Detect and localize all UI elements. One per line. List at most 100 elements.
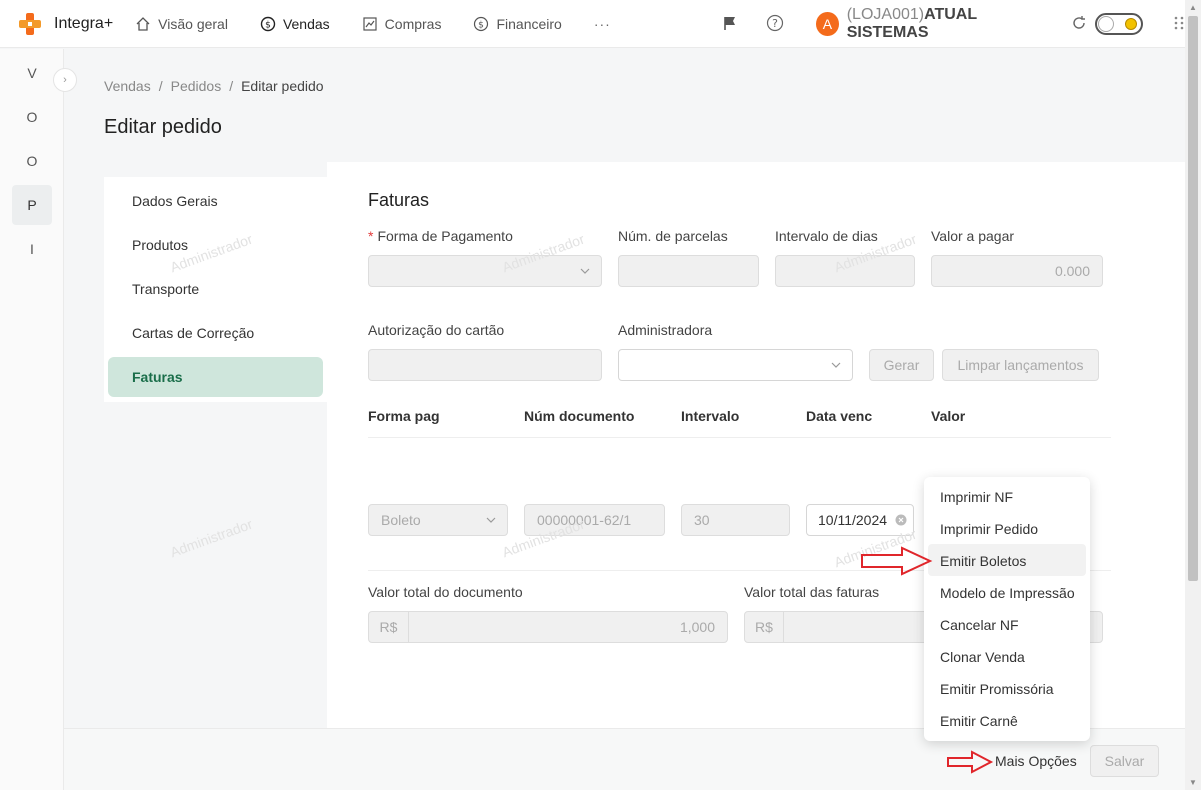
administradora-select[interactable] bbox=[618, 349, 853, 381]
apps-grid-icon[interactable] bbox=[1173, 15, 1185, 34]
menu-item-produtos[interactable]: Produtos bbox=[132, 237, 188, 253]
menu-item-faturas[interactable]: Faturas bbox=[108, 357, 323, 397]
menu-clonar-venda[interactable]: Clonar Venda bbox=[940, 649, 1025, 665]
num-parcelas-input[interactable] bbox=[618, 255, 759, 287]
scroll-down-icon[interactable]: ▼ bbox=[1189, 778, 1197, 787]
nav-visao-geral[interactable]: Visão geral bbox=[135, 16, 228, 32]
avatar[interactable]: A bbox=[816, 12, 839, 36]
nav-label: Compras bbox=[384, 15, 442, 32]
nav-more-button[interactable]: ··· bbox=[594, 16, 611, 32]
valor-total-documento-value: 1,000 bbox=[679, 619, 715, 635]
col-header-valor: Valor bbox=[931, 408, 966, 424]
app-logo[interactable]: Integra+ bbox=[16, 10, 113, 38]
left-rail: V O O P I bbox=[0, 49, 64, 790]
salvar-button[interactable]: Salvar bbox=[1090, 745, 1159, 777]
main-nav: Visão geral $ Vendas Compras $ Financeir… bbox=[135, 16, 611, 32]
clear-icon[interactable] bbox=[895, 513, 907, 529]
top-right-area: ? A (LOJA001)ATUAL SISTEMAS bbox=[722, 0, 1185, 48]
svg-text:?: ? bbox=[772, 17, 778, 30]
valor-pagar-input[interactable]: 0.000 bbox=[931, 255, 1103, 287]
menu-item-transporte[interactable]: Transporte bbox=[132, 281, 199, 297]
breadcrumb: Vendas / Pedidos / Editar pedido bbox=[104, 78, 324, 94]
breadcrumb-current: Editar pedido bbox=[241, 78, 324, 94]
vertical-scrollbar[interactable]: ▲ ▼ bbox=[1185, 0, 1201, 790]
mais-opcoes-menu: Imprimir NF Imprimir Pedido Emitir Bolet… bbox=[924, 477, 1090, 741]
gerar-button[interactable]: Gerar bbox=[869, 349, 934, 381]
autorizacao-label: Autorização do cartão bbox=[368, 322, 505, 338]
chart-icon bbox=[363, 16, 377, 31]
help-icon[interactable]: ? bbox=[766, 14, 784, 35]
valor-pagar-label: Valor a pagar bbox=[931, 228, 1015, 244]
row-intervalo-input[interactable]: 30 bbox=[681, 504, 790, 536]
rail-item-p[interactable]: P bbox=[12, 185, 52, 225]
breadcrumb-vendas[interactable]: Vendas bbox=[104, 78, 151, 94]
menu-emitir-boletos[interactable]: Emitir Boletos bbox=[940, 553, 1026, 569]
breadcrumb-separator: / bbox=[229, 78, 234, 94]
currency-prefix: R$ bbox=[369, 612, 409, 642]
nav-label: Visão geral bbox=[158, 15, 228, 32]
refresh-icon[interactable] bbox=[1071, 15, 1087, 34]
section-title: Faturas bbox=[368, 190, 430, 210]
intervalo-dias-input[interactable] bbox=[775, 255, 915, 287]
theme-toggle[interactable] bbox=[1095, 13, 1143, 35]
annotation-arrow-icon bbox=[861, 546, 933, 576]
page-title: Editar pedido bbox=[104, 116, 222, 138]
row-forma-select[interactable]: Boleto bbox=[368, 504, 508, 536]
store-code: (LOJA001) bbox=[846, 6, 925, 23]
sun-icon bbox=[1125, 18, 1137, 30]
toggle-knob bbox=[1098, 16, 1115, 32]
app-name: Integra+ bbox=[54, 14, 114, 32]
store-name[interactable]: (LOJA001)ATUAL SISTEMAS bbox=[847, 6, 1052, 42]
col-header-forma-pag: Forma pag bbox=[368, 408, 440, 424]
chevron-down-icon bbox=[485, 513, 497, 529]
menu-imprimir-nf[interactable]: Imprimir NF bbox=[940, 489, 1013, 505]
dollar-icon: $ bbox=[474, 16, 489, 31]
menu-emitir-promissoria[interactable]: Emitir Promissória bbox=[940, 681, 1054, 697]
limpar-lancamentos-button[interactable]: Limpar lançamentos bbox=[942, 349, 1099, 381]
mais-opcoes-button[interactable]: Mais Opções bbox=[995, 753, 1077, 769]
nav-compras[interactable]: Compras bbox=[362, 15, 442, 32]
order-section-menu: Dados Gerais Produtos Transporte Cartas … bbox=[104, 177, 327, 402]
valor-pagar-value: 0.000 bbox=[1054, 263, 1090, 279]
chevron-down-icon bbox=[830, 358, 842, 374]
rail-item-o1[interactable]: O bbox=[12, 97, 52, 137]
table-header-divider bbox=[368, 437, 1111, 438]
row-data-venc-value: 10/11/2024 bbox=[818, 512, 888, 528]
sidebar-collapse-button[interactable]: › bbox=[53, 68, 77, 92]
row-intervalo-value: 30 bbox=[694, 512, 710, 528]
home-icon bbox=[136, 16, 150, 31]
row-documento-input[interactable]: 00000001-62/1 bbox=[524, 504, 665, 536]
scroll-up-icon[interactable]: ▲ bbox=[1189, 3, 1197, 12]
scrollbar-thumb[interactable] bbox=[1188, 16, 1198, 581]
nav-label: Vendas bbox=[282, 15, 330, 32]
logo-icon bbox=[16, 10, 44, 38]
row-data-venc-input[interactable]: 10/11/2024 bbox=[806, 504, 914, 536]
menu-item-cartas-correcao[interactable]: Cartas de Correção bbox=[132, 325, 254, 341]
col-header-data-venc: Data venc bbox=[806, 408, 873, 424]
menu-item-dados-gerais[interactable]: Dados Gerais bbox=[132, 193, 218, 209]
rail-item-i[interactable]: I bbox=[12, 229, 52, 269]
forma-pagamento-select[interactable] bbox=[368, 255, 602, 287]
currency-prefix: R$ bbox=[745, 612, 784, 642]
breadcrumb-pedidos[interactable]: Pedidos bbox=[171, 78, 222, 94]
row-forma-value: Boleto bbox=[381, 512, 421, 528]
chevron-right-icon: › bbox=[63, 74, 67, 86]
required-mark: * bbox=[368, 228, 374, 244]
administradora-label: Administradora bbox=[618, 322, 713, 338]
valor-total-documento-label: Valor total do documento bbox=[368, 584, 523, 600]
nav-vendas[interactable]: $ Vendas bbox=[260, 16, 330, 32]
nav-financeiro[interactable]: $ Financeiro bbox=[473, 15, 562, 32]
nav-label: Financeiro bbox=[496, 15, 562, 32]
rail-item-o2[interactable]: O bbox=[12, 141, 52, 181]
rail-item-v[interactable]: V bbox=[12, 53, 52, 93]
flag-icon[interactable] bbox=[722, 15, 738, 34]
autorizacao-input[interactable] bbox=[368, 349, 602, 381]
col-header-intervalo: Intervalo bbox=[681, 408, 740, 424]
intervalo-dias-label: Intervalo de dias bbox=[775, 228, 878, 244]
num-parcelas-label: Núm. de parcelas bbox=[618, 228, 728, 244]
menu-imprimir-pedido[interactable]: Imprimir Pedido bbox=[940, 521, 1038, 537]
menu-modelo-impressao[interactable]: Modelo de Impressão bbox=[940, 585, 1075, 601]
valor-total-documento-input[interactable]: R$ 1,000 bbox=[368, 611, 728, 643]
menu-cancelar-nf[interactable]: Cancelar NF bbox=[940, 617, 1019, 633]
menu-emitir-carne[interactable]: Emitir Carnê bbox=[940, 713, 1018, 729]
